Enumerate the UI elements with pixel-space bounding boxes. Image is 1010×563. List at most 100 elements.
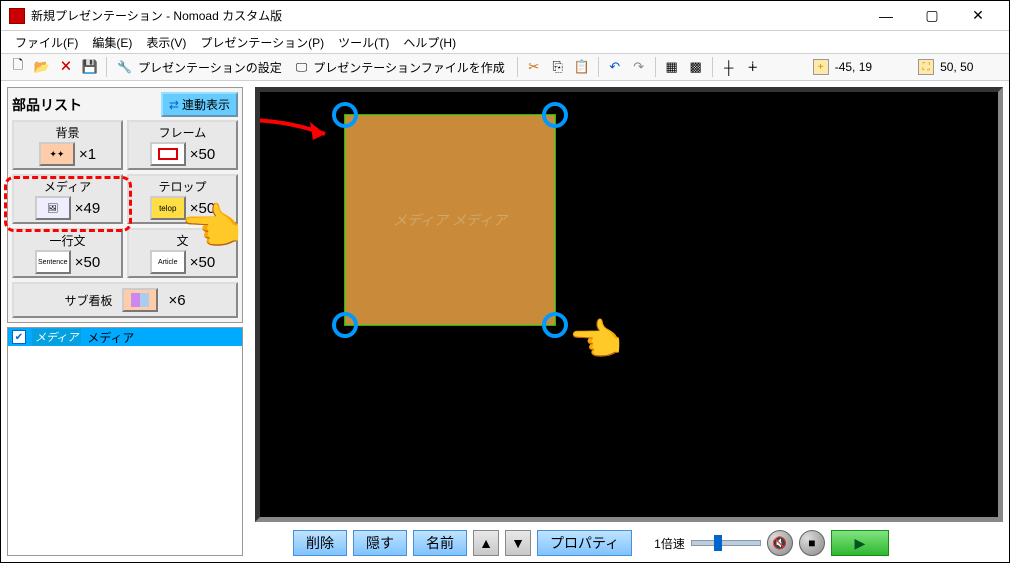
canvas[interactable]: メディア メディア 👈 xyxy=(255,87,1003,522)
coord-size-value: 50, 50 xyxy=(938,60,975,74)
minimize-button[interactable]: — xyxy=(863,1,909,31)
paste-icon[interactable]: 📋 xyxy=(571,56,593,78)
parts-panel: 部品リスト ⇄ 連動表示 背景 ✦✦×1 フレーム ×50 メディア 🖼×49 xyxy=(7,87,243,323)
part-count: ×50 xyxy=(75,254,100,271)
part-background[interactable]: 背景 ✦✦×1 xyxy=(12,120,123,170)
maximize-button[interactable]: ▢ xyxy=(909,1,955,31)
part-count: ×6 xyxy=(168,292,185,309)
part-article[interactable]: 文 Article×50 xyxy=(127,228,238,278)
part-label: 背景 xyxy=(55,124,79,141)
parts-header: 部品リスト xyxy=(12,95,82,115)
title-bar: 新規プレゼンテーション - Nomoad カスタム版 — ▢ ✕ xyxy=(1,1,1009,31)
part-count: ×50 xyxy=(190,200,215,217)
position-icon: + xyxy=(813,59,829,75)
visibility-checkbox[interactable]: ✔ xyxy=(12,330,26,344)
part-label: フレーム xyxy=(159,124,207,141)
workspace: 部品リスト ⇄ 連動表示 背景 ✦✦×1 フレーム ×50 メディア 🖼×49 xyxy=(1,81,1009,562)
new-icon[interactable]: 🗋 xyxy=(7,56,29,78)
app-icon xyxy=(9,8,25,24)
resize-handle-top-left[interactable] xyxy=(332,102,358,128)
presentation-settings-label: プレゼンテーションの設定 xyxy=(136,59,284,76)
screen-icon: 🖵 xyxy=(296,60,308,75)
background-icon: ✦✦ xyxy=(39,142,75,166)
make-file-label: プレゼンテーションファイルを作成 xyxy=(311,59,506,76)
mute-button[interactable]: 🔇 xyxy=(767,530,793,556)
delete-button[interactable]: 削除 xyxy=(293,530,347,556)
stop-button[interactable]: ■ xyxy=(799,530,825,556)
play-button[interactable]: ▶ xyxy=(831,530,889,556)
object-name: メディア xyxy=(87,329,134,346)
speed-label: 1倍速 xyxy=(654,535,685,552)
selected-media-object[interactable]: メディア メディア xyxy=(344,114,556,326)
undo-icon[interactable]: ↶ xyxy=(604,56,626,78)
redo-icon[interactable]: ↷ xyxy=(628,56,650,78)
hide-button[interactable]: 隠す xyxy=(353,530,407,556)
media-icon: 🖼 xyxy=(35,196,71,220)
menu-help[interactable]: ヘルプ(H) xyxy=(397,32,462,53)
linked-display-button[interactable]: ⇄ 連動表示 xyxy=(161,92,238,117)
coord-size: ⛶ 50, 50 xyxy=(913,56,980,78)
resize-handle-bottom-right[interactable] xyxy=(542,312,568,338)
part-label: 一行文 xyxy=(49,232,85,249)
part-label: テロップ xyxy=(158,178,206,195)
resize-handle-bottom-left[interactable] xyxy=(332,312,358,338)
menu-presentation[interactable]: プレゼンテーション(P) xyxy=(194,32,330,53)
right-pane: メディア メディア 👈 削除 隠す 名前 ▲ ▼ プロパティ 1倍速 🔇 ■ ▶ xyxy=(249,81,1009,562)
part-subboard[interactable]: サブ看板 ×6 xyxy=(12,282,238,318)
telop-icon: telop xyxy=(150,196,186,220)
close-file-icon[interactable]: 🗙 xyxy=(55,56,77,78)
speed-slider[interactable] xyxy=(691,540,761,546)
grid-icon[interactable]: ▦ xyxy=(661,56,683,78)
property-button[interactable]: プロパティ xyxy=(537,530,632,556)
subboard-icon xyxy=(122,288,158,312)
part-label: 文 xyxy=(176,232,188,249)
wrench-icon: 🔧 xyxy=(117,60,132,74)
open-icon[interactable]: 📂 xyxy=(31,56,53,78)
slider-thumb[interactable] xyxy=(714,535,722,551)
part-sentence[interactable]: 一行文 Sentence×50 xyxy=(12,228,123,278)
menu-tool[interactable]: ツール(T) xyxy=(332,32,395,53)
coord-position-value: -45, 19 xyxy=(833,60,874,74)
object-row[interactable]: ✔ メディア メディア xyxy=(8,328,242,346)
cut-icon[interactable]: ✂ xyxy=(523,56,545,78)
bottom-bar: 削除 隠す 名前 ▲ ▼ プロパティ 1倍速 🔇 ■ ▶ xyxy=(255,526,1003,560)
resize-handle-top-right[interactable] xyxy=(542,102,568,128)
window-title: 新規プレゼンテーション - Nomoad カスタム版 xyxy=(31,7,863,24)
part-frame[interactable]: フレーム ×50 xyxy=(127,120,238,170)
menu-edit[interactable]: 編集(E) xyxy=(86,32,138,53)
name-button[interactable]: 名前 xyxy=(413,530,467,556)
size-icon: ⛶ xyxy=(918,59,934,75)
presentation-settings-button[interactable]: 🔧 プレゼンテーションの設定 xyxy=(112,56,289,78)
save-icon[interactable]: 💾 xyxy=(79,56,101,78)
part-count: ×50 xyxy=(190,254,215,271)
left-pane: 部品リスト ⇄ 連動表示 背景 ✦✦×1 フレーム ×50 メディア 🖼×49 xyxy=(1,81,249,562)
part-label: サブ看板 xyxy=(64,292,112,309)
part-telop[interactable]: テロップ telop×50 xyxy=(127,174,238,224)
part-media[interactable]: メディア 🖼×49 xyxy=(12,174,123,224)
menu-bar: ファイル(F) 編集(E) 表示(V) プレゼンテーション(P) ツール(T) … xyxy=(1,31,1009,53)
menu-view[interactable]: 表示(V) xyxy=(140,32,192,53)
selected-object-label: メディア メディア xyxy=(393,210,507,230)
part-label: メディア xyxy=(44,178,91,195)
object-list[interactable]: ✔ メディア メディア xyxy=(7,327,243,556)
coord-position: + -45, 19 xyxy=(808,56,879,78)
linked-display-label: 連動表示 xyxy=(182,96,230,113)
link-icon: ⇄ xyxy=(169,98,179,112)
zorder-up-button[interactable]: ▲ xyxy=(473,530,499,556)
close-button[interactable]: ✕ xyxy=(955,1,1001,31)
part-count: ×50 xyxy=(190,146,215,163)
sentence-icon: Sentence xyxy=(35,250,71,274)
zorder-down-button[interactable]: ▼ xyxy=(505,530,531,556)
object-type: メディア xyxy=(32,329,81,345)
make-presentation-file-button[interactable]: 🖵 プレゼンテーションファイルを作成 xyxy=(291,56,512,78)
copy-icon[interactable]: ⎘ xyxy=(547,56,569,78)
menu-file[interactable]: ファイル(F) xyxy=(9,32,84,53)
grid-fine-icon[interactable]: ▩ xyxy=(685,56,707,78)
crosshair-dot-icon[interactable]: ∔ xyxy=(742,56,764,78)
crosshair-icon[interactable]: ┼ xyxy=(718,56,740,78)
toolbar: 🗋 📂 🗙 💾 🔧 プレゼンテーションの設定 🖵 プレゼンテーションファイルを作… xyxy=(1,53,1009,81)
part-count: ×49 xyxy=(75,200,100,217)
article-icon: Article xyxy=(150,250,186,274)
pointer-hand-icon: 👈 xyxy=(568,314,623,366)
frame-icon xyxy=(150,142,186,166)
